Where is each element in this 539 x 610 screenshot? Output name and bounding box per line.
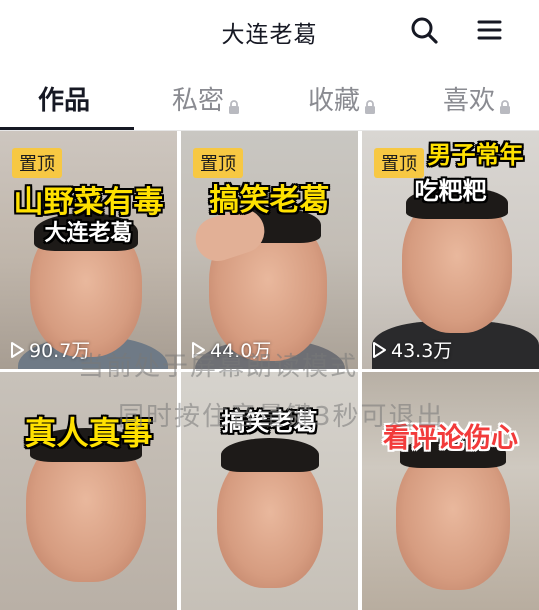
tab-label: 私密: [172, 85, 225, 116]
play-icon: [11, 341, 24, 358]
screen-reader-exit-hint: 同时按住音量键3秒可退出: [118, 402, 445, 432]
pinned-badge: 置顶: [12, 148, 62, 178]
tab-works[interactable]: 作品: [38, 80, 90, 116]
video-grid: 置顶 山野菜有毒 大连老葛 90.7万 置顶 搞笑老葛 44.0万 置顶 男子常…: [0, 131, 539, 610]
tab-private[interactable]: 私密: [172, 80, 240, 116]
tab-label: 收藏: [308, 85, 361, 116]
screen-reader-notice: 当前处于屏幕朗读模式: [78, 352, 359, 382]
active-tab-indicator: [0, 127, 134, 130]
pinned-badge: 置顶: [374, 148, 424, 178]
play-icon: [373, 341, 386, 358]
video-thumbnail[interactable]: 置顶 搞笑老葛 44.0万: [181, 131, 358, 369]
play-count-value: 43.3万: [391, 340, 453, 362]
tab-favorites[interactable]: 收藏: [308, 80, 376, 116]
play-count: 43.3万: [370, 336, 452, 363]
search-icon[interactable]: [407, 13, 441, 47]
video-thumbnail[interactable]: 置顶 山野菜有毒 大连老葛 90.7万: [0, 131, 177, 369]
video-thumbnail[interactable]: 置顶 男子常年 吃粑粑 43.3万: [362, 131, 539, 369]
menu-icon[interactable]: [472, 13, 506, 47]
tab-likes[interactable]: 喜欢: [443, 80, 511, 116]
top-bar: 大连老葛: [0, 0, 539, 66]
video-caption: 大连老葛: [44, 221, 133, 246]
lock-icon: [364, 91, 376, 114]
lock-icon: [228, 91, 240, 114]
profile-title: 大连老葛: [221, 22, 318, 48]
lock-icon: [499, 91, 511, 114]
tab-label: 喜欢: [443, 85, 496, 116]
profile-tabs: 作品 私密 收藏 喜欢: [0, 66, 539, 131]
video-caption: 搞笑老葛: [209, 183, 330, 218]
tab-label: 作品: [38, 85, 91, 116]
pinned-badge: 置顶: [193, 148, 243, 178]
